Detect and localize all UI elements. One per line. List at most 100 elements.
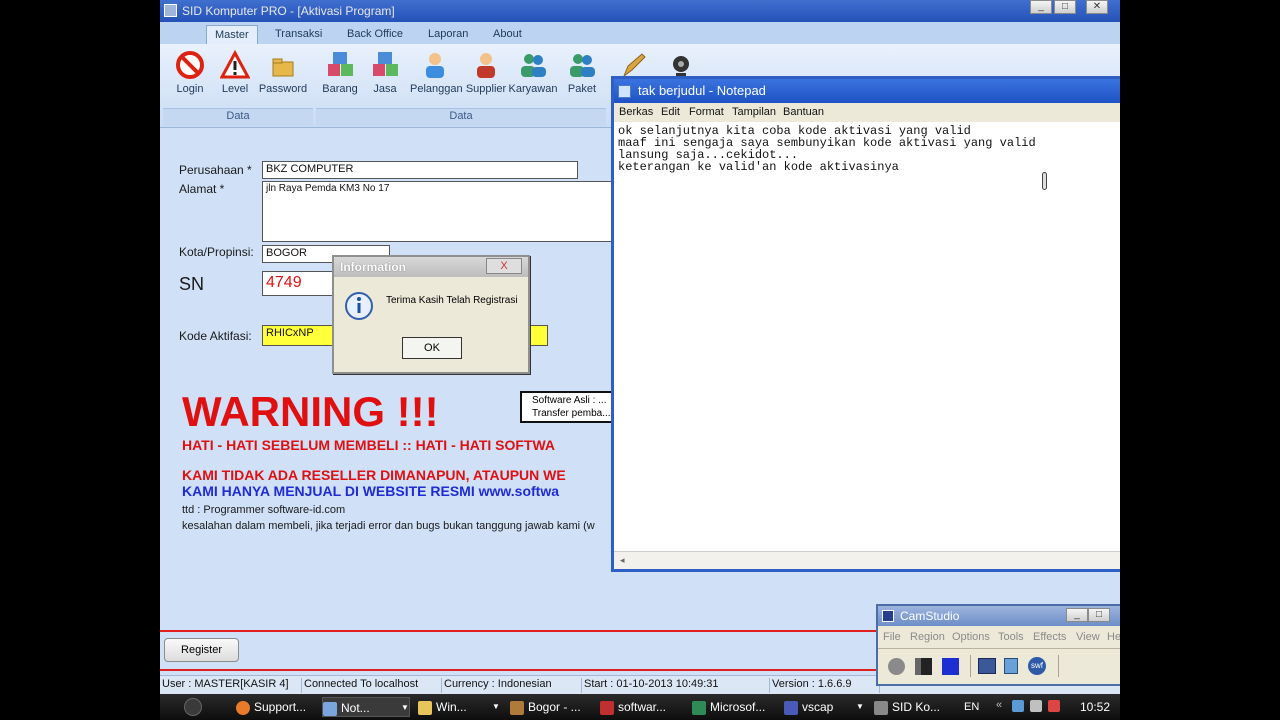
ok-button[interactable]: OK — [402, 337, 462, 359]
boxes-icon — [373, 52, 398, 76]
register-button[interactable]: Register — [164, 638, 239, 662]
dropdown-arrow-icon: ▼ — [492, 702, 500, 711]
minimize-button[interactable]: _ — [1030, 0, 1052, 14]
alamat-field[interactable]: jln Raya Pemda KM3 No 17 — [262, 181, 614, 242]
security-tray-icon[interactable] — [1048, 700, 1060, 712]
notepad-text-area[interactable]: ok selanjutnya kita coba kode aktivasi y… — [618, 125, 1108, 173]
disclaimer-text: kesalahan dalam membeli, jika terjadi er… — [182, 520, 595, 532]
main-window-title: SID Komputer PRO - [Aktivasi Program] — [182, 4, 395, 18]
task-notepad[interactable]: Not... ▼ — [322, 697, 410, 717]
camstudio-title-bar: CamStudio _ □ — [878, 606, 1120, 626]
status-currency: Currency : Indonesian — [442, 678, 582, 693]
perusahaan-field[interactable]: BKZ COMPUTER — [262, 161, 578, 179]
task-vscap[interactable]: vscap ▼ — [784, 697, 864, 717]
warning-icon — [220, 50, 250, 79]
task-microsoft[interactable]: Microsof... — [692, 697, 776, 717]
cam-menu-options[interactable]: Options — [952, 631, 990, 643]
notepad-window: tak berjudul - Notepad Berkas Edit Forma… — [611, 76, 1120, 572]
cam-menu-file[interactable]: File — [883, 631, 901, 643]
start-button[interactable] — [184, 698, 202, 716]
info-line-2: Transfer pemba... — [532, 408, 611, 419]
camstudio-menu: File Region Options Tools Effects View H… — [878, 628, 1120, 646]
cam-menu-effects[interactable]: Effects — [1033, 631, 1066, 643]
cam-menu-tools[interactable]: Tools — [998, 631, 1024, 643]
pelanggan-button[interactable]: Pelanggan — [410, 50, 463, 95]
cam-minimize-button[interactable]: _ — [1066, 608, 1088, 622]
task-sid-komputer[interactable]: SID Ko... — [874, 697, 954, 717]
menu-edit[interactable]: Edit — [661, 106, 680, 118]
tab-master[interactable]: Master — [206, 25, 258, 44]
menu-bantuan[interactable]: Bantuan — [783, 106, 824, 118]
status-version: Version : 1.6.6.9 — [770, 678, 880, 693]
folder-icon — [272, 58, 294, 77]
tab-laporan[interactable]: Laporan — [420, 25, 476, 44]
warning-line-1: HATI - HATI SEBELUM MEMBELI :: HATI - HA… — [182, 437, 556, 453]
stop-icon[interactable] — [942, 658, 959, 675]
perusahaan-label: Perusahaan * — [179, 163, 252, 177]
warning-line-3: KAMI HANYA MENJUAL DI WEBSITE RESMI www.… — [182, 483, 559, 499]
excel-task-icon — [692, 700, 706, 715]
cam-menu-view[interactable]: View — [1076, 631, 1100, 643]
karyawan-label: Karyawan — [508, 83, 558, 95]
swf-icon[interactable]: swf — [1028, 657, 1046, 675]
task-bogor[interactable]: Bogor - ... — [510, 697, 592, 717]
region-icon[interactable] — [978, 658, 996, 674]
toolbar-separator — [970, 655, 971, 677]
task-windows[interactable]: Win... ▼ — [418, 697, 500, 717]
notepad-title: tak berjudul - Notepad — [638, 83, 766, 98]
password-button[interactable]: Password — [258, 50, 308, 95]
barang-label: Barang — [322, 83, 358, 95]
dialog-message: Terima Kasih Telah Registrasi — [386, 295, 518, 306]
tab-transaksi[interactable]: Transaksi — [267, 25, 330, 44]
annotate-icon[interactable] — [1004, 658, 1018, 674]
info-icon — [345, 292, 373, 320]
cam-maximize-button[interactable]: □ — [1088, 608, 1110, 622]
cam-menu-help[interactable]: He — [1107, 631, 1120, 643]
jasa-button[interactable]: Jasa — [360, 50, 410, 95]
horizontal-scrollbar[interactable]: ◂ — [614, 551, 1120, 569]
record-icon[interactable] — [888, 658, 905, 675]
menu-berkas[interactable]: Berkas — [619, 106, 653, 118]
warning-line-2: KAMI TIDAK ADA RESELLER DIMANAPUN, ATAUP… — [182, 467, 566, 483]
task-support[interactable]: Support... — [236, 697, 318, 717]
network-tray-icon[interactable] — [1012, 700, 1024, 712]
ribbon-tabs: Master Transaksi Back Office Laporan Abo… — [160, 22, 1120, 44]
sn-label: SN — [179, 274, 205, 294]
karyawan-button[interactable]: Karyawan — [508, 50, 558, 95]
login-button[interactable]: Login — [165, 50, 215, 95]
status-user: User : MASTER[KASIR 4] — [160, 678, 302, 693]
text-cursor-icon — [1042, 172, 1047, 190]
tab-about[interactable]: About — [485, 25, 530, 44]
volume-tray-icon[interactable] — [1030, 700, 1042, 712]
pause-icon[interactable] — [915, 658, 932, 675]
language-indicator[interactable]: EN — [964, 697, 979, 717]
cam-menu-region[interactable]: Region — [910, 631, 945, 643]
kota-label: Kota/Propinsi: — [179, 245, 254, 259]
ttd-text: ttd : Programmer software-id.com — [182, 504, 346, 516]
app-task-icon — [600, 700, 614, 715]
maximize-button[interactable]: □ — [1054, 0, 1076, 14]
pelanggan-label: Pelanggan — [410, 83, 463, 95]
paket-button[interactable]: Paket — [557, 50, 607, 95]
level-button[interactable]: Level — [210, 50, 260, 95]
alamat-label: Alamat * — [179, 182, 225, 196]
supplier-button[interactable]: Supplier — [461, 50, 511, 95]
barang-button[interactable]: Barang — [315, 50, 365, 95]
menu-tampilan[interactable]: Tampilan — [732, 106, 776, 118]
tray-arrow-icon[interactable]: « — [996, 699, 1002, 711]
supplier-icon — [477, 53, 495, 78]
clock[interactable]: 10:52 — [1080, 697, 1110, 717]
folder-task-icon — [418, 700, 432, 715]
supplier-label: Supplier — [465, 83, 507, 95]
main-title-bar: SID Komputer PRO - [Aktivasi Program] _ … — [160, 0, 1120, 22]
browser-task-icon — [510, 700, 524, 715]
camstudio-icon — [882, 610, 894, 622]
task-software[interactable]: softwar... — [600, 697, 682, 717]
close-button[interactable]: ✕ — [1086, 0, 1108, 14]
kode-aktifasi-label: Kode Aktifasi: — [179, 329, 252, 343]
tab-back-office[interactable]: Back Office — [339, 25, 411, 44]
dialog-close-button[interactable]: X — [486, 258, 522, 274]
app-icon — [164, 4, 177, 17]
scroll-left-icon[interactable]: ◂ — [620, 555, 625, 566]
menu-format[interactable]: Format — [689, 106, 724, 118]
